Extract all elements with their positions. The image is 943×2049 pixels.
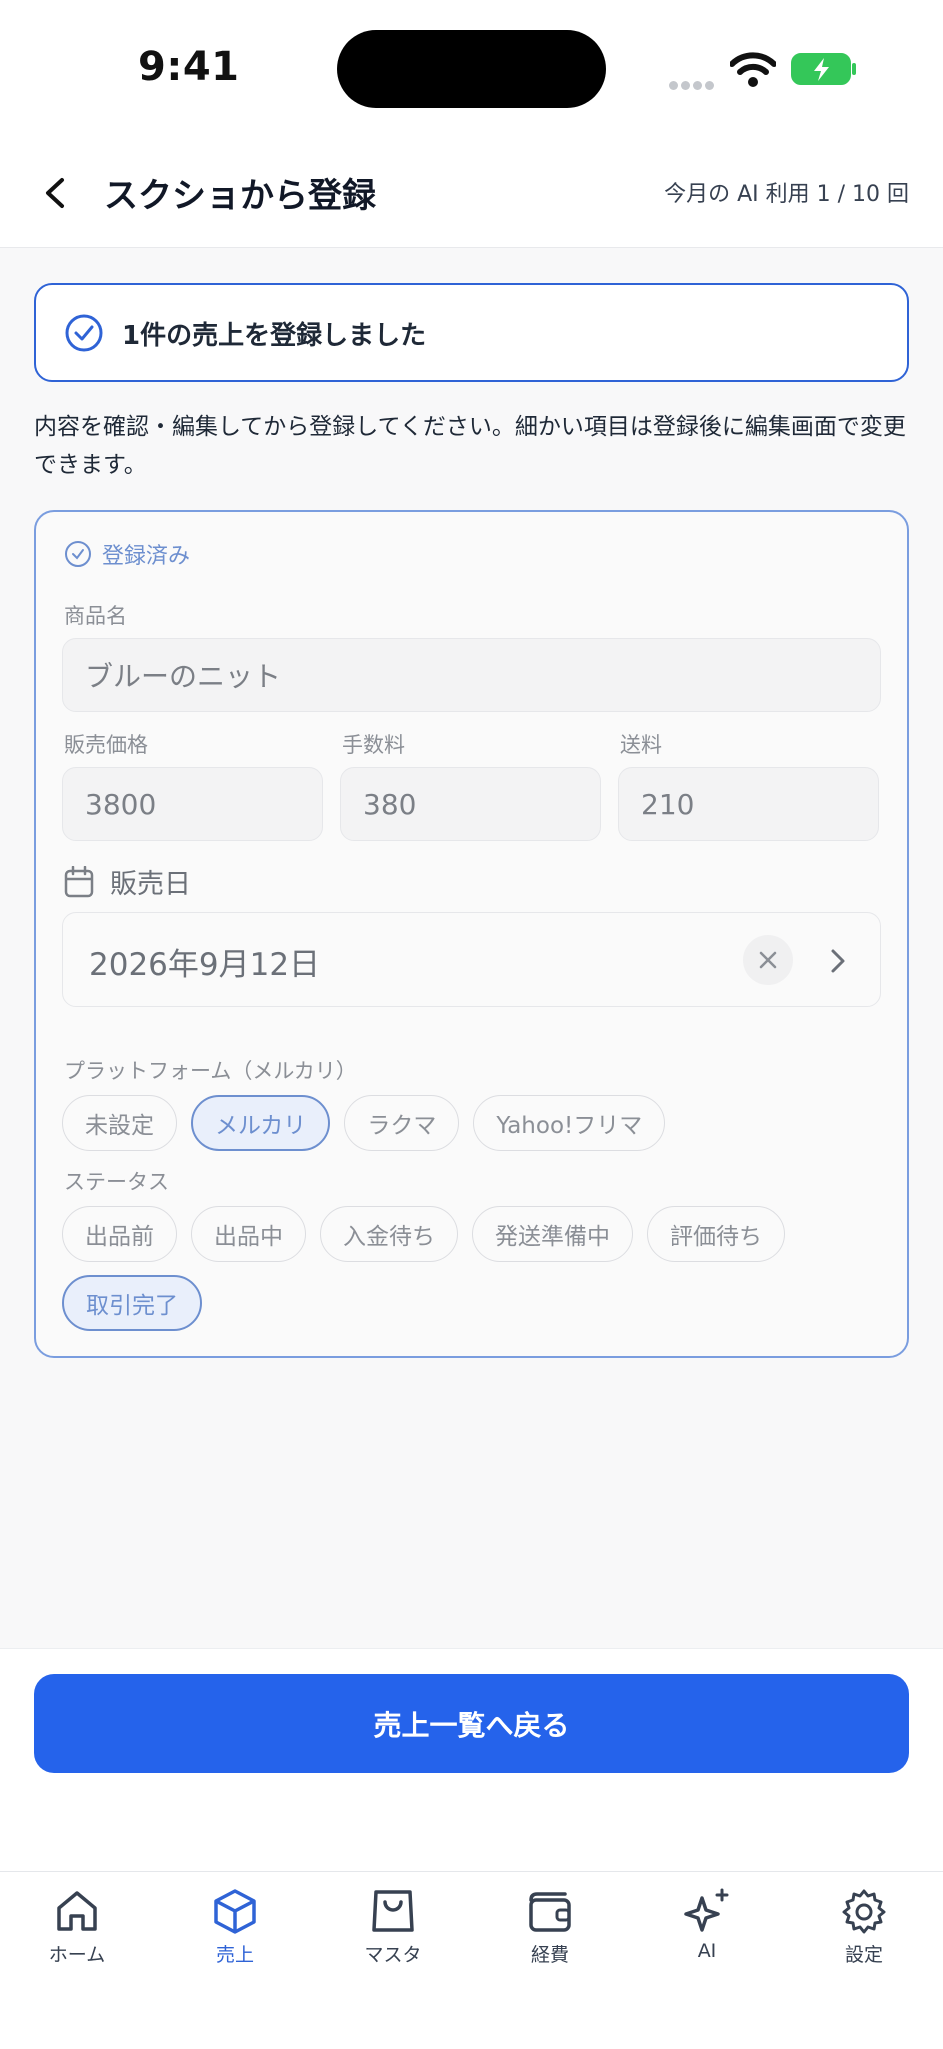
platform-chips: 未設定 メルカリ ラクマ Yahoo!フリマ bbox=[62, 1095, 666, 1151]
box-icon bbox=[214, 1889, 256, 1934]
status-chip-completed[interactable]: 取引完了 bbox=[62, 1275, 202, 1331]
check-circle-icon bbox=[65, 314, 103, 352]
back-to-sales-list-button[interactable]: 売上一覧へ戻る bbox=[34, 1674, 909, 1773]
signal-icon bbox=[669, 75, 717, 94]
success-banner: 1件の売上を登録しました bbox=[34, 283, 909, 382]
status-chips: 出品前 出品中 入金待ち 発送準備中 評価待ち bbox=[62, 1206, 785, 1262]
registered-badge: 登録済み bbox=[64, 538, 190, 570]
tab-bar: ホーム 売上 マスタ 経費 AI 設定 bbox=[0, 1871, 943, 2049]
status-chip-listing[interactable]: 出品中 bbox=[191, 1206, 306, 1262]
tab-label: 売上 bbox=[215, 1944, 254, 1966]
shipping-field[interactable]: 210 bbox=[618, 767, 879, 841]
registered-label: 登録済み bbox=[102, 544, 191, 569]
gear-icon bbox=[842, 1889, 886, 1934]
bottom-action-area: 売上一覧へ戻る bbox=[0, 1648, 943, 1871]
ai-usage-counter: 今月の AI 利用 1 / 10 回 bbox=[664, 182, 909, 207]
status-chip-preparing-shipment[interactable]: 発送準備中 bbox=[472, 1206, 633, 1262]
sale-card: 登録済み 商品名 ブルーのニット 販売価格 3800 手数料 380 送料 21… bbox=[34, 510, 909, 1358]
shipping-label: 送料 bbox=[620, 733, 662, 757]
platform-chip-rakuma[interactable]: ラクマ bbox=[344, 1095, 460, 1151]
sale-date-label: 販売日 bbox=[110, 869, 191, 900]
sale-date-value: 2026年9月12日 bbox=[89, 947, 321, 983]
battery-icon bbox=[791, 53, 856, 85]
platform-chip-mercari[interactable]: メルカリ bbox=[191, 1095, 331, 1151]
tab-expenses[interactable]: 経費 bbox=[490, 1886, 610, 1967]
product-name-label: 商品名 bbox=[64, 604, 127, 628]
status-label: ステータス bbox=[64, 1170, 169, 1194]
home-icon bbox=[57, 1891, 97, 1931]
tab-label: ホーム bbox=[48, 1944, 106, 1966]
price-label: 販売価格 bbox=[64, 733, 148, 757]
status-chip-before-listing[interactable]: 出品前 bbox=[62, 1206, 177, 1262]
nav-header: スクショから登録 今月の AI 利用 1 / 10 回 bbox=[0, 140, 943, 248]
wallet-icon bbox=[529, 1892, 571, 1932]
page-title: スクショから登録 bbox=[104, 176, 376, 216]
tab-label: マスタ bbox=[364, 1944, 422, 1966]
calendar-icon bbox=[64, 865, 94, 897]
status-time: 9:41 bbox=[138, 44, 240, 90]
status-chip-awaiting-payment[interactable]: 入金待ち bbox=[320, 1206, 458, 1262]
clear-date-button[interactable] bbox=[743, 935, 793, 985]
tab-sales[interactable]: 売上 bbox=[175, 1886, 295, 1967]
platform-label: プラットフォーム（メルカリ） bbox=[64, 1059, 357, 1083]
dynamic-island bbox=[337, 30, 606, 108]
back-icon[interactable] bbox=[36, 168, 76, 218]
sparkle-icon bbox=[684, 1888, 729, 1932]
chevron-right-icon[interactable] bbox=[823, 941, 853, 981]
instruction-text: 内容を確認・編集してから登録してください。細かい項目は登録後に編集画面で変更でき… bbox=[34, 414, 906, 478]
sale-date-field[interactable]: 2026年9月12日 bbox=[62, 912, 881, 1007]
status-bar: 9:41 bbox=[0, 0, 943, 140]
close-icon bbox=[759, 951, 777, 969]
tab-ai[interactable]: AI bbox=[647, 1886, 767, 1962]
price-field[interactable]: 3800 bbox=[62, 767, 323, 841]
fee-label: 手数料 bbox=[342, 733, 405, 757]
fee-field[interactable]: 380 bbox=[340, 767, 601, 841]
platform-chip-yahoo[interactable]: Yahoo!フリマ bbox=[473, 1095, 666, 1151]
status-chip-awaiting-review[interactable]: 評価待ち bbox=[647, 1206, 785, 1262]
bag-icon bbox=[372, 1890, 414, 1932]
tab-master[interactable]: マスタ bbox=[333, 1886, 453, 1967]
tab-label: AI bbox=[697, 1940, 717, 1962]
check-circle-icon bbox=[65, 541, 91, 567]
tab-settings[interactable]: 設定 bbox=[804, 1886, 924, 1967]
sale-date-header: 販売日 bbox=[64, 862, 191, 901]
tab-label: 設定 bbox=[844, 1944, 883, 1966]
status-chips-row2: 取引完了 bbox=[62, 1275, 202, 1331]
wifi-icon bbox=[730, 52, 776, 87]
tab-label: 経費 bbox=[530, 1944, 569, 1966]
banner-message: 1件の売上を登録しました bbox=[122, 321, 427, 351]
platform-chip-none[interactable]: 未設定 bbox=[62, 1095, 177, 1151]
product-name-field[interactable]: ブルーのニット bbox=[62, 638, 881, 712]
tab-home[interactable]: ホーム bbox=[17, 1886, 137, 1967]
